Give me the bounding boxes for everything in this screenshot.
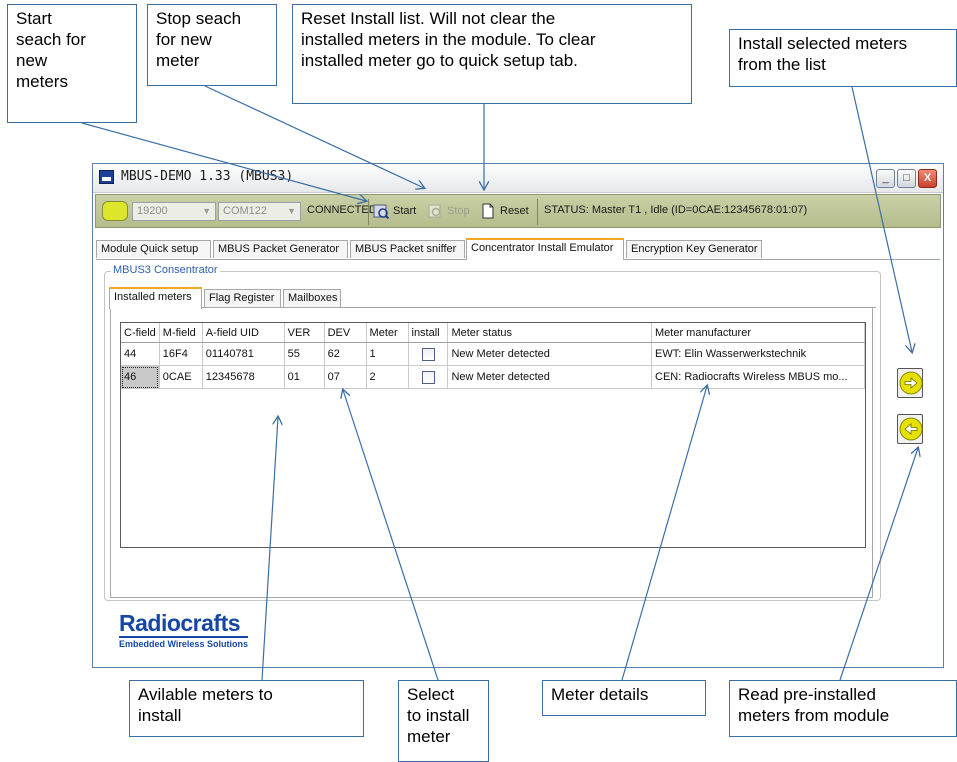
baud-select[interactable]: 19200 ▼ [132, 202, 216, 221]
toolbar-separator [368, 199, 369, 225]
reset-label: Reset [500, 205, 529, 217]
cell-ver[interactable]: 01 [284, 365, 325, 389]
callout-install-selected: Install selected meters from the list [729, 29, 957, 87]
tab-encryption-key-generator[interactable]: Encryption Key Generator [626, 240, 762, 258]
status-text: STATUS: Master T1 , Idle (ID=0CAE:123456… [544, 204, 808, 216]
arrow-left-icon [899, 417, 923, 441]
cell-m-field[interactable]: 16F4 [159, 342, 203, 366]
column-header[interactable]: A-field UID [202, 323, 285, 343]
start-label: Start [393, 205, 417, 217]
install-checkbox[interactable] [421, 347, 435, 361]
cell-install[interactable] [408, 342, 449, 366]
column-header[interactable]: C-field [121, 323, 160, 343]
callout-read-preinstalled: Read pre-installed meters from module [729, 680, 957, 737]
installed-meters-panel: C-field M-field A-field UID VER DEV Mete… [110, 308, 873, 598]
group-title: MBUS3 Consentrator [111, 264, 220, 276]
concentrator-group: MBUS3 Consentrator Installed meters Flag… [104, 264, 881, 601]
callout-available-meters: Avilable meters to install [129, 680, 364, 737]
maximize-button[interactable]: □ [897, 169, 916, 188]
cell-dev[interactable]: 07 [324, 365, 367, 389]
start-button[interactable]: Start [373, 201, 416, 222]
column-header[interactable]: M-field [159, 323, 203, 343]
close-button[interactable]: X [918, 169, 937, 188]
cell-a-field[interactable]: 12345678 [202, 365, 285, 389]
table-row[interactable]: 44 16F4 01140781 55 62 1 New Meter detec… [121, 342, 865, 366]
minimize-button[interactable]: _ [876, 169, 895, 188]
arrow-right-icon [899, 371, 923, 395]
table-header: C-field M-field A-field UID VER DEV Mete… [121, 323, 865, 343]
main-tab-strip: Module Quick setup MBUS Packet Generator… [96, 238, 940, 260]
title-bar[interactable]: MBUS-DEMO 1.33 (MBUS3) _ □ X [93, 164, 943, 193]
tab-flag-register[interactable]: Flag Register [204, 289, 281, 307]
column-header[interactable]: Meter [366, 323, 409, 343]
install-checkbox[interactable] [421, 370, 435, 384]
search-meters-icon [373, 204, 389, 219]
column-header[interactable]: VER [284, 323, 325, 343]
cell-a-field[interactable]: 01140781 [202, 342, 285, 366]
sub-tab-strip: Installed meters Flag Register Mailboxes [109, 287, 876, 309]
column-header[interactable]: DEV [324, 323, 367, 343]
chevron-down-icon: ▼ [202, 206, 211, 216]
tab-module-quick-setup[interactable]: Module Quick setup [96, 240, 211, 258]
reset-button[interactable]: Reset [480, 201, 529, 222]
callout-select-to-install: Select to install meter [398, 680, 489, 762]
cell-meter-status[interactable]: New Meter detected [447, 342, 652, 366]
document-icon [482, 203, 494, 219]
cell-meter[interactable]: 1 [366, 342, 409, 366]
radiocrafts-logo: Radiocrafts Embedded Wireless Solutions [119, 611, 248, 649]
connection-state: CONNECTED [307, 204, 377, 216]
callout-stop-search: Stop seach for new meter [147, 4, 277, 86]
cell-meter-manufacturer[interactable]: EWT: Elin Wasserwerkstechnik [651, 342, 865, 366]
app-icon [99, 170, 114, 184]
baud-value: 19200 [137, 205, 168, 217]
table-row[interactable]: 46 0CAE 12345678 01 07 2 New Meter detec… [121, 365, 865, 389]
toolbar: 19200 ▼ COM122 ▼ CONNECTED Start Stop Re… [95, 194, 941, 228]
chevron-down-icon: ▼ [287, 206, 296, 216]
cell-meter-manufacturer[interactable]: CEN: Radiocrafts Wireless MBUS mo... [651, 365, 865, 389]
tab-mailboxes[interactable]: Mailboxes [283, 289, 341, 307]
cell-m-field[interactable]: 0CAE [159, 365, 203, 389]
connection-led-icon[interactable] [102, 201, 128, 221]
callout-meter-details: Meter details [542, 680, 706, 716]
meters-table[interactable]: C-field M-field A-field UID VER DEV Mete… [120, 322, 866, 548]
cell-meter[interactable]: 2 [366, 365, 409, 389]
app-window: MBUS-DEMO 1.33 (MBUS3) _ □ X 19200 ▼ COM… [92, 163, 944, 668]
column-header[interactable]: install [408, 323, 449, 343]
port-select[interactable]: COM122 ▼ [218, 202, 301, 221]
install-selected-button[interactable] [897, 368, 923, 398]
callout-reset-list: Reset Install list. Will not clear the i… [292, 4, 692, 104]
tab-mbus-packet-sniffer[interactable]: MBUS Packet sniffer [350, 240, 465, 258]
cell-c-field[interactable]: 44 [121, 342, 160, 366]
cell-meter-status[interactable]: New Meter detected [447, 365, 652, 389]
stop-button[interactable]: Stop [427, 201, 470, 222]
tab-concentrator-install-emulator[interactable]: Concentrator Install Emulator [466, 238, 624, 260]
tab-mbus-packet-generator[interactable]: MBUS Packet Generator [213, 240, 348, 258]
stop-search-icon [428, 204, 441, 218]
port-value: COM122 [223, 205, 268, 217]
stop-label: Stop [447, 205, 470, 217]
cell-install[interactable] [408, 365, 449, 389]
column-header[interactable]: Meter status [447, 323, 652, 343]
callout-start-search: Start seach for new meters [7, 4, 137, 123]
window-title: MBUS-DEMO 1.33 (MBUS3) [121, 169, 294, 184]
column-header[interactable]: Meter manufacturer [651, 323, 865, 343]
logo-tagline: Embedded Wireless Solutions [119, 636, 248, 649]
read-preinstalled-button[interactable] [897, 414, 923, 444]
cell-dev[interactable]: 62 [324, 342, 367, 366]
toolbar-separator [537, 199, 538, 225]
logo-name: Radiocrafts [119, 610, 241, 636]
cell-c-field[interactable]: 46 [121, 365, 160, 389]
tab-installed-meters[interactable]: Installed meters [109, 287, 202, 309]
cell-ver[interactable]: 55 [284, 342, 325, 366]
